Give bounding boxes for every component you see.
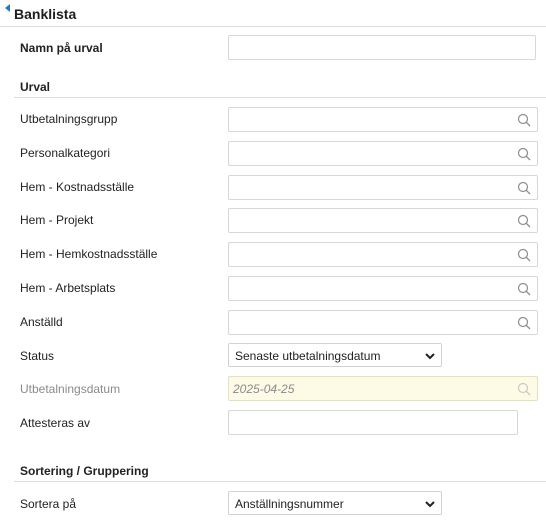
search-icon[interactable] xyxy=(517,147,531,161)
panel-header: Banklista xyxy=(0,0,546,27)
search-icon xyxy=(517,382,531,396)
search-icon[interactable] xyxy=(517,113,531,127)
lookup-input-hemkostnadsstalle[interactable] xyxy=(228,242,538,267)
chevron-down-icon xyxy=(425,353,435,360)
lookup-input-personalkategori[interactable] xyxy=(228,141,538,166)
selection-name-input[interactable] xyxy=(228,35,536,60)
search-icon[interactable] xyxy=(517,316,531,330)
payment-date-value: 2025-04-25 xyxy=(233,382,295,396)
section-title-sorting: Sortering / Gruppering xyxy=(20,464,149,478)
payment-date-input: 2025-04-25 xyxy=(228,376,538,401)
lookup-input-utbetalningsgrupp[interactable] xyxy=(228,107,538,132)
page-title: Banklista xyxy=(14,6,77,22)
lookup-label-personalkategori: Personalkategori xyxy=(20,146,111,160)
lookup-label-kostnadsstalle: Hem - Kostnadsställe xyxy=(20,180,135,194)
lookup-label-arbetsplats: Hem - Arbetsplats xyxy=(20,281,116,295)
collapse-arrow-icon[interactable] xyxy=(5,4,10,12)
lookup-label-anstalld: Anställd xyxy=(20,315,63,329)
lookup-label-projekt: Hem - Projekt xyxy=(20,213,94,227)
section-divider xyxy=(14,481,546,482)
lookup-input-projekt[interactable] xyxy=(228,208,538,233)
chevron-down-icon xyxy=(425,501,435,508)
search-icon[interactable] xyxy=(517,181,531,195)
lookup-label-hemkostnadsstalle: Hem - Hemkostnadsställe xyxy=(20,247,158,261)
search-icon[interactable] xyxy=(517,282,531,296)
search-icon[interactable] xyxy=(517,214,531,228)
status-select-value: Senaste utbetalningsdatum xyxy=(235,349,381,363)
section-title-urval: Urval xyxy=(20,80,51,94)
search-icon[interactable] xyxy=(517,248,531,262)
payment-date-label: Utbetalningsdatum xyxy=(20,382,121,396)
selection-name-label: Namn på urval xyxy=(20,41,103,55)
sort-on-select-value: Anställningsnummer xyxy=(235,497,344,511)
sort-on-label: Sortera på xyxy=(20,497,77,511)
lookup-input-anstalld[interactable] xyxy=(228,310,538,335)
status-select[interactable]: Senaste utbetalningsdatum xyxy=(228,343,442,367)
sort-on-select[interactable]: Anställningsnummer xyxy=(228,491,442,515)
status-label: Status xyxy=(20,349,55,363)
lookup-label-utbetalningsgrupp: Utbetalningsgrupp xyxy=(20,112,118,126)
attest-input[interactable] xyxy=(228,410,518,435)
lookup-input-arbetsplats[interactable] xyxy=(228,276,538,301)
attest-label: Attesteras av xyxy=(20,416,91,430)
section-divider xyxy=(14,97,546,98)
lookup-input-kostnadsstalle[interactable] xyxy=(228,175,538,200)
